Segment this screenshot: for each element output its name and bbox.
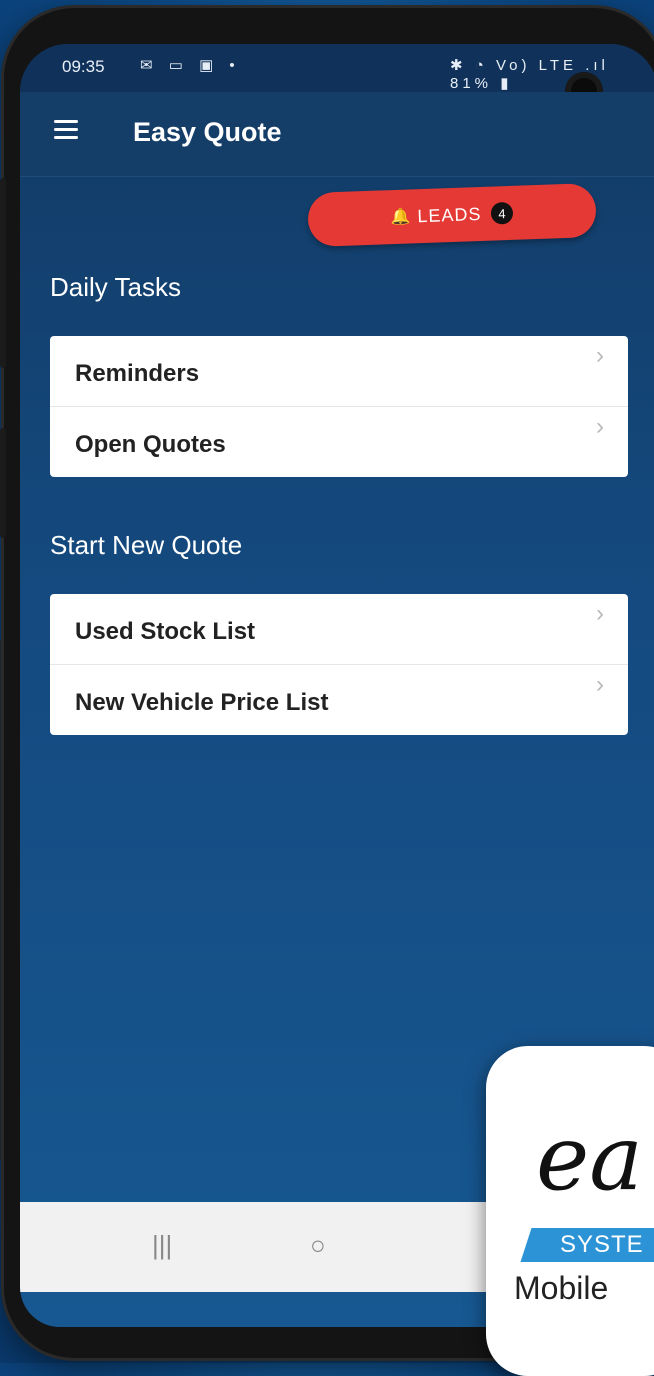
volume-button (0, 178, 6, 368)
reminders-item[interactable]: Reminders › (50, 336, 628, 407)
chevron-right-icon: › (596, 342, 604, 369)
open-quotes-label: Open Quotes (75, 431, 226, 458)
start-new-quote-heading: Start New Quote (50, 530, 243, 560)
app-logo: ea SYSTE Mobile (486, 1046, 654, 1376)
new-vehicle-price-list-label: New Vehicle Price List (75, 689, 329, 716)
logo-script-text: ea (536, 1106, 643, 1211)
start-new-quote-card: Used Stock List › New Vehicle Price List… (50, 594, 628, 735)
status-bar: 09:35 ✉ ▭ ▣ • ✱ ◔ Vo) LTE .ıl 81% ▮ (20, 44, 654, 92)
system-status-icons: ✱ ◔ Vo) LTE .ıl 81% ▮ (450, 57, 609, 92)
chevron-right-icon: › (596, 600, 604, 627)
leads-count-badge: 4 (491, 201, 514, 225)
daily-tasks-card: Reminders › Open Quotes › (50, 336, 628, 477)
home-icon[interactable]: ○ (310, 1230, 326, 1261)
used-stock-list-item[interactable]: Used Stock List › (50, 594, 628, 665)
leads-button[interactable]: 🔔 LEADS 4 (307, 182, 597, 248)
logo-mobile-text: Mobile (514, 1270, 609, 1306)
leads-label: LEADS (417, 203, 482, 226)
hamburger-menu-icon[interactable] (54, 120, 78, 140)
open-quotes-item[interactable]: Open Quotes › (50, 407, 628, 477)
app-title: Easy Quote (133, 117, 282, 147)
used-stock-list-label: Used Stock List (75, 618, 256, 645)
reminders-label: Reminders (75, 360, 200, 387)
daily-tasks-heading: Daily Tasks (50, 272, 182, 302)
chevron-right-icon: › (596, 413, 604, 440)
status-time: 09:35 (62, 57, 105, 76)
bell-icon: 🔔 (390, 208, 412, 227)
chevron-right-icon: › (596, 671, 604, 698)
app-bar: Easy Quote (20, 92, 654, 177)
notification-icons: ✉ ▭ ▣ • (140, 57, 241, 74)
recent-apps-icon[interactable]: ||| (152, 1230, 172, 1261)
new-vehicle-price-list-item[interactable]: New Vehicle Price List › (50, 665, 628, 735)
logo-systems-text: SYSTE (560, 1231, 644, 1258)
bixby-button (0, 428, 6, 538)
